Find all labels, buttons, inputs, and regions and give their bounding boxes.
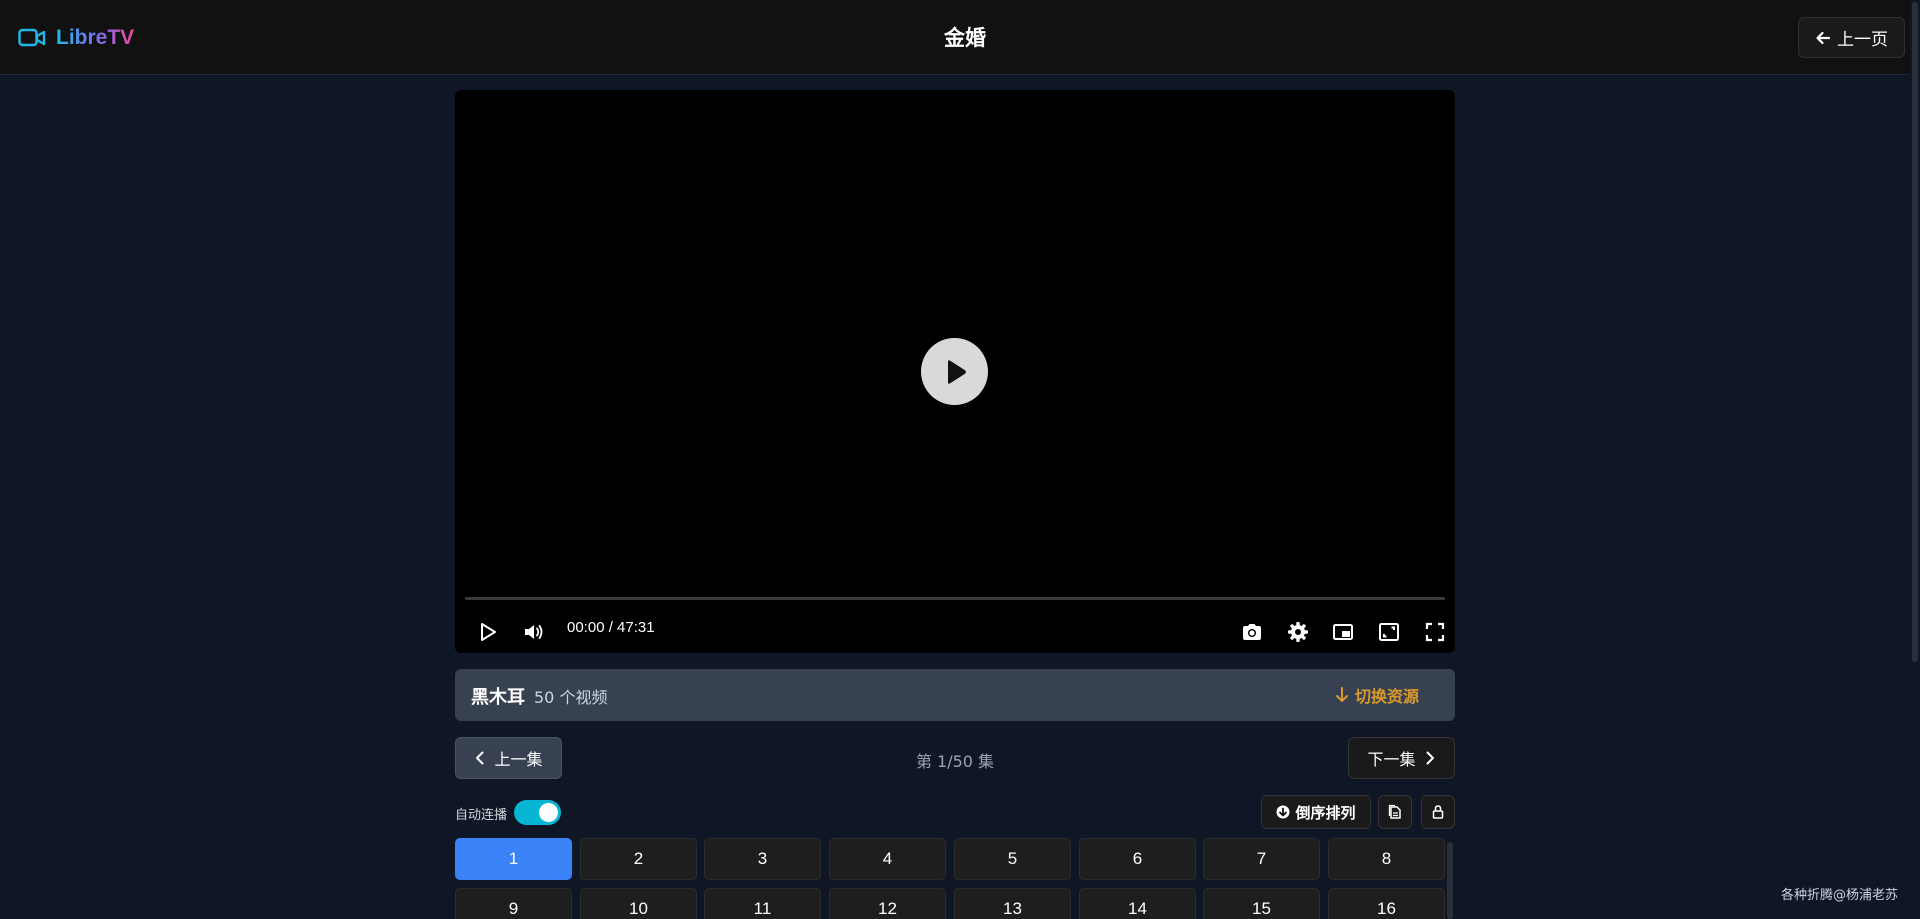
chevron-right-icon xyxy=(1426,751,1434,765)
source-name: 黑木耳 xyxy=(471,687,525,708)
episode-indicator: 第 1/50 集 xyxy=(915,752,995,771)
sort-icon xyxy=(1276,805,1290,819)
toggle-knob xyxy=(539,803,558,822)
back-button[interactable]: 上一页 xyxy=(1798,17,1905,58)
play-button[interactable] xyxy=(473,617,503,647)
web-fullscreen-button[interactable] xyxy=(1374,617,1404,647)
episode-button-8[interactable]: 8 xyxy=(1328,838,1445,880)
picture-in-picture-icon xyxy=(1333,624,1353,640)
episode-grid-scrollbar[interactable] xyxy=(1447,842,1453,919)
back-button-label: 上一页 xyxy=(1837,30,1888,50)
episode-button-11[interactable]: 11 xyxy=(704,888,821,919)
progress-bar[interactable] xyxy=(465,597,1445,600)
web-fullscreen-icon xyxy=(1379,623,1399,641)
gear-icon xyxy=(1288,622,1308,642)
episode-button-10[interactable]: 10 xyxy=(580,888,697,919)
source-video-count: 50 个视频 xyxy=(534,688,608,707)
arrow-left-icon xyxy=(1816,31,1831,44)
episode-button-13[interactable]: 13 xyxy=(954,888,1071,919)
video-player[interactable]: 00:00 / 47:31 xyxy=(455,90,1455,653)
volume-button[interactable] xyxy=(518,617,548,647)
screenshot-button[interactable] xyxy=(1237,617,1267,647)
play-icon xyxy=(947,359,966,384)
fullscreen-button[interactable] xyxy=(1420,617,1450,647)
time-display: 00:00 / 47:31 xyxy=(567,619,655,636)
episode-button-14[interactable]: 14 xyxy=(1079,888,1196,919)
autoplay-label: 自动连播 xyxy=(455,808,508,823)
autoplay-toggle[interactable] xyxy=(514,800,561,825)
switch-source-button[interactable]: 切换资源 xyxy=(1335,682,1419,708)
episode-button-9[interactable]: 9 xyxy=(455,888,572,919)
episode-button-1[interactable]: 1 xyxy=(455,838,572,880)
page-scrollbar-thumb[interactable] xyxy=(1912,2,1918,662)
episode-button-6[interactable]: 6 xyxy=(1079,838,1196,880)
episode-grid: 1 2 3 4 5 6 7 8 9 10 11 12 13 14 15 16 xyxy=(455,838,1445,919)
episode-button-2[interactable]: 2 xyxy=(580,838,697,880)
episode-button-16[interactable]: 16 xyxy=(1328,888,1445,919)
source-bar: 黑木耳 50 个视频 切换资源 xyxy=(455,669,1455,721)
play-icon xyxy=(481,623,496,641)
episode-button-15[interactable]: 15 xyxy=(1203,888,1320,919)
next-episode-label: 下一集 xyxy=(1367,750,1416,769)
copy-icon xyxy=(1388,804,1401,819)
episode-button-3[interactable]: 3 xyxy=(704,838,821,880)
episode-button-12[interactable]: 12 xyxy=(829,888,946,919)
episode-button-5[interactable]: 5 xyxy=(954,838,1071,880)
copy-link-button[interactable] xyxy=(1378,795,1412,829)
lock-button[interactable] xyxy=(1421,795,1455,829)
next-episode-button[interactable]: 下一集 xyxy=(1348,737,1455,779)
lock-icon xyxy=(1432,805,1444,819)
reverse-order-button[interactable]: 倒序排列 xyxy=(1261,795,1371,829)
volume-icon xyxy=(525,625,543,639)
episode-button-7[interactable]: 7 xyxy=(1203,838,1320,880)
page-title: 金婚 xyxy=(944,26,986,50)
camera-icon xyxy=(1243,624,1261,640)
footer-credit: 各种折腾@杨浦老苏 xyxy=(1780,888,1898,903)
fullscreen-icon xyxy=(1425,622,1445,642)
pip-button[interactable] xyxy=(1328,617,1358,647)
switch-source-label: 切换资源 xyxy=(1355,687,1420,706)
arrow-down-icon xyxy=(1336,687,1348,702)
settings-button[interactable] xyxy=(1283,617,1313,647)
reverse-order-label: 倒序排列 xyxy=(1295,803,1356,822)
episode-button-4[interactable]: 4 xyxy=(829,838,946,880)
top-header: LibreTV 金婚 上一页 xyxy=(0,0,1910,75)
big-play-button[interactable] xyxy=(921,338,988,405)
